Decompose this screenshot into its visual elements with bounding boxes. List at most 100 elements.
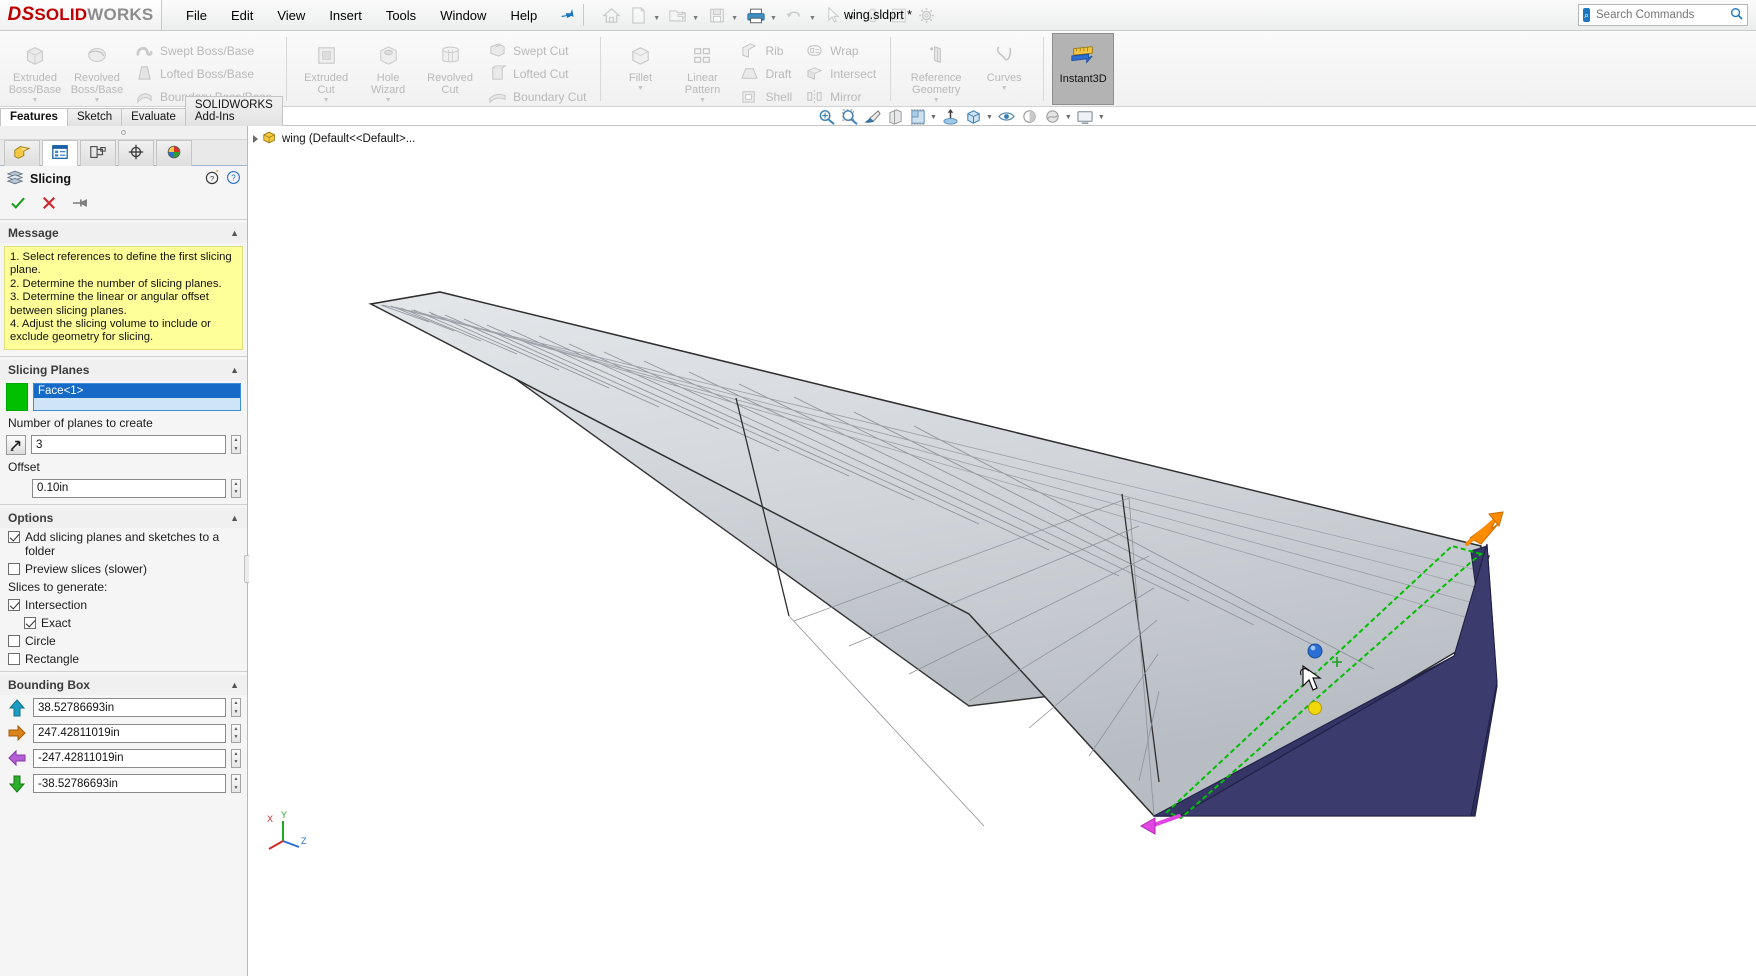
select-icon[interactable] — [821, 3, 846, 27]
hole-wizard-dropdown-icon[interactable]: ▼ — [385, 97, 392, 104]
panel-grip-handle[interactable] — [0, 126, 247, 140]
number-of-planes-stepper[interactable]: ▲ ▼ — [231, 435, 241, 455]
previous-view-icon[interactable] — [861, 107, 883, 127]
manipulator-handle-blue[interactable] — [1307, 643, 1323, 659]
extruded-cut-dropdown-icon[interactable]: ▼ — [323, 97, 330, 104]
bounding-box-up-stepper[interactable]: ▲ ▼ — [231, 698, 241, 718]
undo-caret-icon[interactable]: ▼ — [809, 15, 819, 22]
search-commands-box[interactable]: ⌕ — [1578, 4, 1748, 26]
feature-manager-tab[interactable] — [4, 140, 40, 166]
option-preview-slices-checkbox[interactable] — [8, 562, 20, 575]
slice-rectangle-checkbox[interactable] — [8, 652, 20, 665]
chevron-up-icon[interactable]: ▲ — [230, 365, 239, 375]
edit-appearance-icon[interactable] — [1019, 107, 1041, 127]
swept-cut-button[interactable]: Swept Cut — [481, 39, 592, 62]
mirror-button[interactable]: Mirror — [798, 85, 882, 108]
menu-file[interactable]: File — [174, 3, 219, 28]
bounding-box-right-stepper[interactable]: ▲ ▼ — [231, 723, 241, 743]
tab-sketch[interactable]: Sketch — [66, 108, 123, 126]
offset-input[interactable] — [32, 478, 226, 498]
revolved-boss-base-button[interactable]: Revolved Boss/Base ▼ — [66, 33, 128, 104]
option-add-to-folder-checkbox[interactable] — [8, 530, 20, 543]
chevron-up-icon[interactable]: ▲ — [230, 680, 239, 690]
ok-button[interactable] — [10, 196, 26, 213]
slicing-planes-selection-box[interactable]: Face<1> — [33, 382, 241, 411]
section-view-icon[interactable] — [884, 107, 906, 127]
bounding-box-section-header[interactable]: Bounding Box ▲ — [0, 674, 247, 695]
bounding-box-right-input[interactable] — [33, 723, 226, 743]
new-document-caret-icon[interactable]: ▼ — [653, 15, 663, 22]
extruded-boss-dropdown-icon[interactable]: ▼ — [32, 97, 39, 104]
open-icon[interactable] — [665, 3, 690, 27]
menu-window[interactable]: Window — [428, 3, 498, 28]
save-icon[interactable] — [704, 3, 729, 27]
message-section-header[interactable]: Message ▲ — [0, 223, 247, 243]
display-manager-tab[interactable] — [156, 140, 192, 166]
undo-icon[interactable] — [782, 3, 807, 27]
whats-new-help-icon[interactable]: ? * — [205, 168, 220, 188]
bounding-box-left-input[interactable] — [33, 748, 226, 768]
options-gear-icon[interactable] — [914, 3, 939, 27]
configuration-manager-tab[interactable] — [80, 140, 116, 166]
zoom-to-area-icon[interactable] — [838, 107, 860, 127]
bounding-box-down-input[interactable] — [33, 774, 226, 794]
display-style-icon[interactable] — [963, 107, 985, 127]
slice-rectangle-row[interactable]: Rectangle — [0, 650, 247, 668]
hole-wizard-button[interactable]: Hole Wizard ▼ — [357, 33, 419, 104]
bounding-box-up-input[interactable] — [33, 698, 226, 718]
open-caret-icon[interactable]: ▼ — [692, 15, 702, 22]
menu-view[interactable]: View — [265, 3, 317, 28]
save-caret-icon[interactable]: ▼ — [731, 15, 741, 22]
offset-stepper[interactable]: ▲ ▼ — [231, 478, 241, 498]
reference-geometry-button[interactable]: Reference Geometry ▼ — [899, 33, 973, 104]
view-orientation-icon[interactable] — [907, 107, 929, 127]
lofted-boss-base-button[interactable]: Lofted Boss/Base — [128, 62, 278, 85]
home-icon[interactable] — [599, 3, 624, 27]
number-of-planes-input[interactable] — [31, 435, 226, 455]
shell-button[interactable]: Shell — [733, 85, 798, 108]
revolved-boss-dropdown-icon[interactable]: ▼ — [94, 97, 101, 104]
search-input[interactable] — [1594, 8, 1726, 22]
help-icon[interactable]: ? — [226, 170, 241, 188]
draft-button[interactable]: Draft — [733, 62, 798, 85]
revolved-cut-button[interactable]: Revolved Cut — [419, 33, 481, 96]
file-properties-icon[interactable] — [887, 3, 912, 27]
swept-boss-base-button[interactable]: Swept Boss/Base — [128, 39, 278, 62]
menu-edit[interactable]: Edit — [219, 3, 265, 28]
cancel-button[interactable] — [42, 196, 56, 213]
slice-exact-checkbox[interactable] — [24, 616, 36, 629]
menu-insert[interactable]: Insert — [317, 3, 374, 28]
plane-count-icon[interactable] — [6, 434, 26, 455]
extruded-cut-button[interactable]: Extruded Cut ▼ — [295, 33, 357, 104]
manipulator-arrow-orange[interactable] — [1465, 511, 1504, 546]
search-icon[interactable] — [1730, 7, 1743, 23]
wrap-button[interactable]: Wrap — [798, 39, 882, 62]
boundary-cut-button[interactable]: Boundary Cut — [481, 85, 592, 108]
intersect-button[interactable]: Intersect — [798, 62, 882, 85]
fillet-button[interactable]: Fillet ▼ — [609, 33, 671, 92]
slicing-planes-section-header[interactable]: Slicing Planes ▲ — [0, 359, 247, 380]
options-section-header[interactable]: Options ▲ — [0, 507, 247, 528]
view-orientation-3d-icon[interactable] — [940, 107, 962, 127]
keep-visible-button[interactable] — [72, 196, 88, 213]
chevron-up-icon[interactable]: ▲ — [230, 228, 239, 238]
slice-circle-checkbox[interactable] — [8, 634, 20, 647]
option-add-to-folder-row[interactable]: Add slicing planes and sketches to a fol… — [0, 528, 247, 560]
lofted-cut-button[interactable]: Lofted Cut — [481, 62, 592, 85]
curves-dropdown-icon[interactable]: ▼ — [1001, 85, 1008, 92]
option-preview-slices-row[interactable]: Preview slices (slower) — [0, 560, 247, 578]
wing-3d-model[interactable]: X Y Z — [249, 126, 1756, 976]
dimxpert-manager-tab[interactable] — [118, 140, 154, 166]
linear-pattern-button[interactable]: Linear Pattern ▼ — [671, 33, 733, 104]
print-caret-icon[interactable]: ▼ — [770, 15, 780, 22]
property-manager-tab[interactable] — [42, 140, 78, 166]
bounding-box-down-stepper[interactable]: ▲ ▼ — [231, 774, 241, 794]
hide-show-items-icon[interactable] — [996, 107, 1018, 127]
linear-pattern-dropdown-icon[interactable]: ▼ — [699, 97, 706, 104]
slice-intersection-row[interactable]: Intersection — [0, 596, 247, 614]
slice-exact-row[interactable]: Exact — [0, 614, 247, 632]
new-document-icon[interactable] — [626, 3, 651, 27]
print-icon[interactable] — [743, 3, 768, 27]
tab-features[interactable]: Features — [0, 108, 68, 126]
select-caret-icon[interactable]: ▼ — [848, 15, 858, 22]
